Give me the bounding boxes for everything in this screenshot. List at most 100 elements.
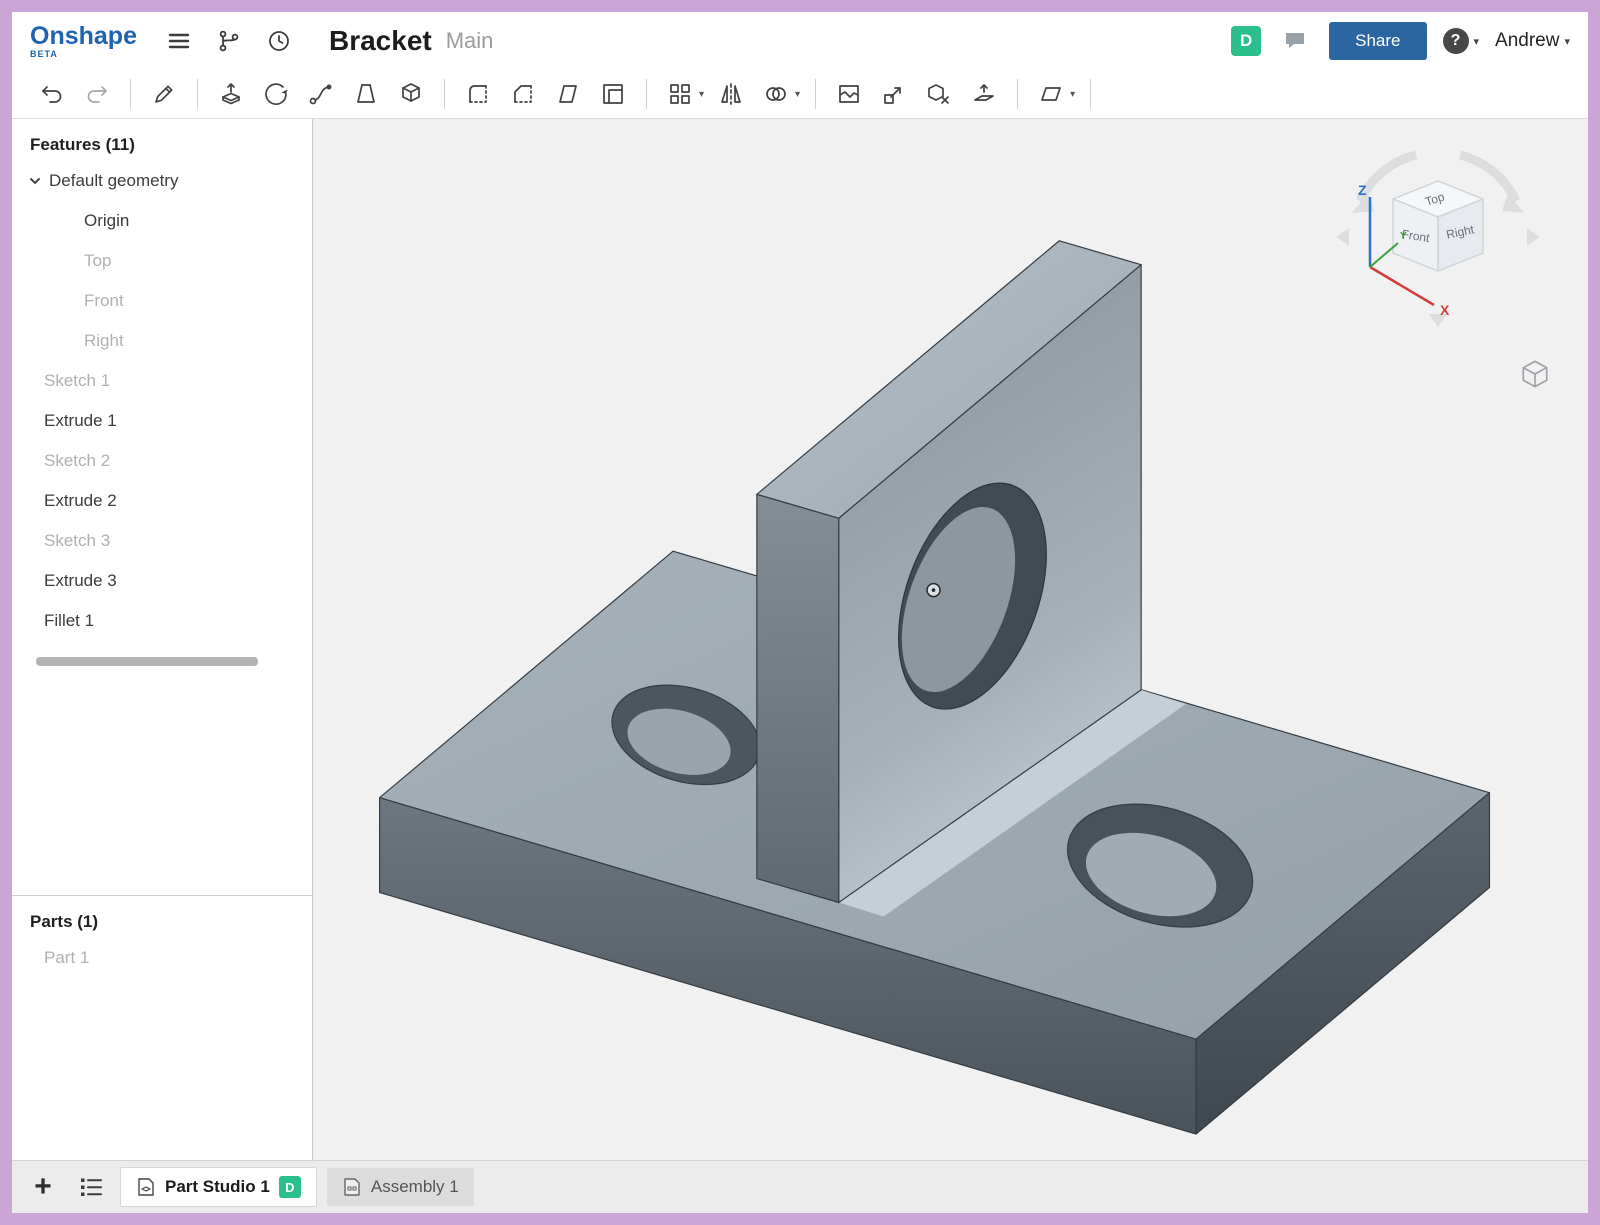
- feature-label: Sketch 1: [44, 371, 110, 391]
- feature-item-top-plane[interactable]: Top: [12, 241, 312, 281]
- features-header: Features (11): [12, 119, 312, 161]
- chevron-down-icon[interactable]: [28, 174, 42, 188]
- iso-view-icon: [1523, 361, 1546, 386]
- transform-icon[interactable]: [874, 75, 914, 113]
- help-icon: ?: [1443, 28, 1469, 54]
- feature-toolbar: ▾ ▾ ▾: [12, 70, 1588, 119]
- shell-icon[interactable]: [593, 75, 633, 113]
- feature-label: Default geometry: [49, 171, 178, 191]
- loft-icon[interactable]: [346, 75, 386, 113]
- plus-icon: +: [34, 1172, 52, 1202]
- linear-pattern-icon[interactable]: [660, 75, 700, 113]
- feature-item-front-plane[interactable]: Front: [12, 281, 312, 321]
- feature-item-extrude-3[interactable]: Extrude 3: [12, 561, 312, 601]
- feature-item-fillet-1[interactable]: Fillet 1: [12, 601, 312, 641]
- branch-versions-icon[interactable]: [211, 23, 247, 59]
- tab-part-studio-1[interactable]: Part Studio 1 D: [120, 1167, 317, 1207]
- user-menu[interactable]: Andrew ▾: [1495, 30, 1570, 52]
- feature-item-sketch-2[interactable]: Sketch 2: [12, 441, 312, 481]
- chevron-down-icon[interactable]: ▾: [699, 89, 704, 100]
- feature-item-default-geometry[interactable]: Default geometry: [12, 161, 312, 201]
- delete-part-icon[interactable]: [919, 75, 959, 113]
- feature-item-extrude-1[interactable]: Extrude 1: [12, 401, 312, 441]
- mate-connector-icon[interactable]: [927, 584, 940, 597]
- wall-front-face[interactable]: [757, 494, 839, 902]
- axis-z-label: Z: [1358, 182, 1367, 198]
- feature-item-right-plane[interactable]: Right: [12, 321, 312, 361]
- parts-header: Parts (1): [12, 896, 312, 938]
- chat-bubble-icon[interactable]: [1277, 23, 1313, 59]
- tab-assembly-1[interactable]: Assembly 1: [327, 1168, 474, 1206]
- sketch-icon[interactable]: [144, 75, 184, 113]
- assembly-doc-icon: [342, 1177, 362, 1197]
- revolve-icon[interactable]: [256, 75, 296, 113]
- chevron-down-icon: ▾: [1564, 35, 1570, 48]
- fillet-icon[interactable]: [458, 75, 498, 113]
- help-menu[interactable]: ? ▾: [1443, 28, 1480, 54]
- logo-beta-label: BETA: [30, 50, 137, 59]
- chamfer-icon[interactable]: [503, 75, 543, 113]
- toolbar-divider: [646, 79, 647, 109]
- feature-item-sketch-3[interactable]: Sketch 3: [12, 521, 312, 561]
- history-clock-icon[interactable]: [261, 23, 297, 59]
- feature-item-sketch-1[interactable]: Sketch 1: [12, 361, 312, 401]
- chevron-down-icon: ▾: [1474, 35, 1480, 48]
- onshape-logo[interactable]: Onshape BETA: [30, 24, 137, 59]
- share-button[interactable]: Share: [1329, 22, 1426, 60]
- feature-item-extrude-2[interactable]: Extrude 2: [12, 481, 312, 521]
- extrude-icon[interactable]: [211, 75, 251, 113]
- feature-label: Top: [84, 251, 111, 271]
- feature-label: Extrude 3: [44, 571, 117, 591]
- feature-label: Extrude 1: [44, 411, 117, 431]
- toolbar-divider: [1017, 79, 1018, 109]
- tab-bar: + Part Studio 1 D Assembly 1: [12, 1160, 1588, 1213]
- split-icon[interactable]: [829, 75, 869, 113]
- user-initial-badge[interactable]: D: [1231, 26, 1261, 56]
- document-title: Bracket: [329, 25, 432, 57]
- feature-label: Right: [84, 331, 124, 351]
- move-face-icon[interactable]: [964, 75, 1004, 113]
- toolbar-divider: [130, 79, 131, 109]
- feature-label: Front: [84, 291, 124, 311]
- workspace-name[interactable]: Main: [446, 28, 494, 54]
- feature-label: Extrude 2: [44, 491, 117, 511]
- view-cube[interactable]: Top Front Right Z X Y: [1332, 135, 1544, 331]
- feature-item-origin[interactable]: Origin: [12, 201, 312, 241]
- tab-badge: D: [279, 1176, 301, 1198]
- graphics-viewport[interactable]: Top Front Right Z X Y: [313, 119, 1588, 1160]
- user-name: Andrew: [1495, 30, 1559, 52]
- axis-y-label: Y: [1400, 231, 1407, 242]
- part-item-part-1[interactable]: Part 1: [12, 938, 312, 978]
- part-studio-doc-icon: [136, 1177, 156, 1197]
- mirror-icon[interactable]: [711, 75, 751, 113]
- feature-label: Sketch 3: [44, 531, 110, 551]
- parts-section: Parts (1) Part 1: [12, 896, 312, 978]
- redo-icon[interactable]: [77, 75, 117, 113]
- thicken-icon[interactable]: [391, 75, 431, 113]
- undo-icon[interactable]: [32, 75, 72, 113]
- tab-list-icon[interactable]: [72, 1168, 110, 1206]
- axis-x-label: X: [1440, 302, 1450, 318]
- feature-panel: Features (11) Default geometry Origin To…: [12, 119, 313, 1160]
- chevron-down-icon[interactable]: ▾: [1070, 89, 1075, 100]
- toolbar-divider: [1090, 79, 1091, 109]
- top-bar: Onshape BETA Bracket Main D Share ? ▾ An…: [12, 12, 1588, 70]
- feature-label: Fillet 1: [44, 611, 94, 631]
- hamburger-menu-icon[interactable]: [161, 23, 197, 59]
- sweep-icon[interactable]: [301, 75, 341, 113]
- main-area: Features (11) Default geometry Origin To…: [12, 119, 1588, 1160]
- toolbar-divider: [444, 79, 445, 109]
- boolean-icon[interactable]: [756, 75, 796, 113]
- features-section: Features (11) Default geometry Origin To…: [12, 119, 312, 896]
- toolbar-divider: [815, 79, 816, 109]
- plane-icon[interactable]: [1031, 75, 1071, 113]
- iso-view-button[interactable]: [1514, 353, 1556, 395]
- chevron-down-icon[interactable]: ▾: [795, 89, 800, 100]
- toolbar-divider: [197, 79, 198, 109]
- rollback-bar[interactable]: [36, 657, 258, 666]
- tab-label: Assembly 1: [371, 1177, 459, 1197]
- draft-icon[interactable]: [548, 75, 588, 113]
- insert-tab-button[interactable]: +: [24, 1168, 62, 1206]
- feature-label: Sketch 2: [44, 451, 110, 471]
- tab-label: Part Studio 1: [165, 1177, 270, 1197]
